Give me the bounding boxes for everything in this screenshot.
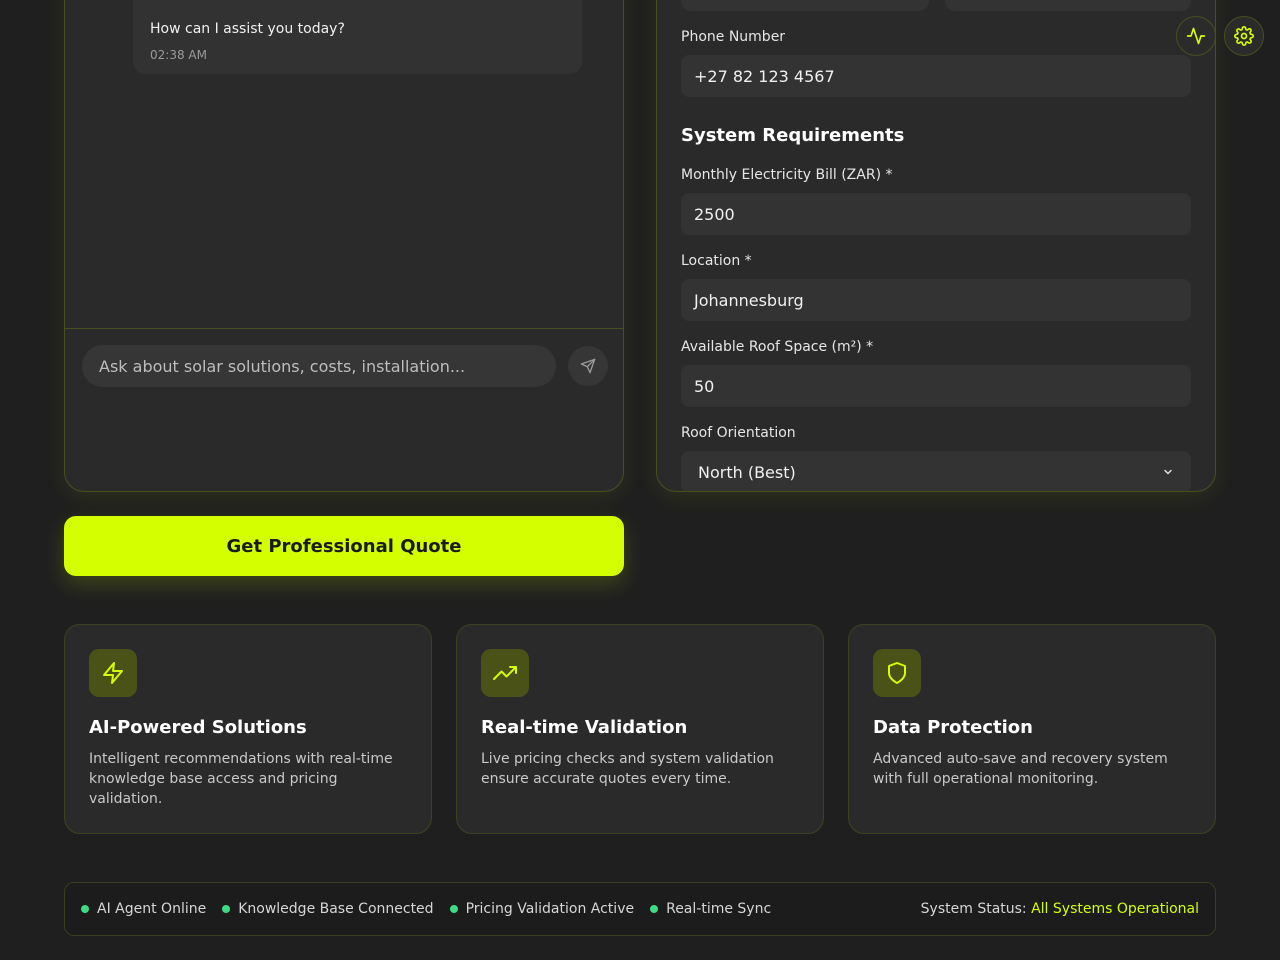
online-dot-icon	[81, 905, 89, 913]
feature-card-validation: Real-time Validation Live pricing checks…	[456, 624, 824, 834]
orientation-value: North (Best)	[698, 462, 796, 482]
feature-card-ai: AI-Powered Solutions Intelligent recomme…	[64, 624, 432, 834]
status-item-label: AI Agent Online	[97, 901, 207, 917]
activity-button[interactable]	[1176, 16, 1216, 56]
status-item-label: Knowledge Base Connected	[238, 901, 434, 917]
chat-panel: How can I assist you today? 02:38 AM	[64, 0, 624, 492]
feature-title: Real-time Validation	[481, 717, 688, 738]
chat-divider	[65, 328, 623, 329]
section-title: System Requirements	[681, 125, 905, 146]
status-bar: AI Agent Online Knowledge Base Connected…	[64, 882, 1216, 936]
system-status: System Status: All Systems Operational	[921, 901, 1199, 917]
online-dot-icon	[650, 905, 659, 913]
online-dot-icon	[449, 905, 458, 913]
roof-space-field[interactable]: 50	[681, 365, 1191, 407]
trending-up-icon	[493, 666, 517, 680]
feature-description: Intelligent recommendations with real-ti…	[89, 751, 393, 807]
chevron-down-icon	[1164, 469, 1172, 475]
feature-card-protection: Data Protection Advanced auto-save and r…	[848, 624, 1216, 834]
status-item: Real-time Sync	[650, 901, 771, 917]
location-field[interactable]: Johannesburg	[681, 279, 1191, 321]
phone-field[interactable]: +27 82 123 4567	[681, 55, 1191, 97]
settings-button[interactable]	[1224, 16, 1264, 56]
second-field-stub[interactable]	[945, 0, 1191, 11]
gear-icon	[1234, 26, 1254, 46]
chat-input[interactable]	[82, 345, 556, 387]
bill-field[interactable]: 2500	[681, 193, 1191, 235]
location-label: Location *	[681, 253, 752, 269]
system-status-value: All Systems Operational	[1031, 901, 1199, 917]
roof-space-label: Available Roof Space (m²) *	[681, 339, 874, 355]
status-items: AI Agent Online Knowledge Base Connected…	[81, 901, 787, 917]
status-item-label: Real-time Sync	[666, 901, 772, 917]
status-item: Knowledge Base Connected	[222, 901, 434, 917]
feature-description: Advanced auto-save and recovery system w…	[873, 751, 1168, 787]
chat-message-time: 02:38 AM	[150, 48, 207, 62]
online-dot-icon	[222, 905, 231, 913]
get-quote-button[interactable]: Get Professional Quote	[64, 516, 624, 576]
feature-description: Live pricing checks and system validatio…	[481, 751, 774, 787]
first-field-stub[interactable]	[681, 0, 929, 11]
orientation-label: Roof Orientation	[681, 425, 796, 441]
bill-label: Monthly Electricity Bill (ZAR) *	[681, 167, 893, 183]
status-item: AI Agent Online	[81, 901, 206, 917]
quote-form-panel: Phone Number +27 82 123 4567 System Requ…	[656, 0, 1216, 492]
phone-label: Phone Number	[681, 29, 786, 45]
shield-icon	[888, 662, 906, 684]
status-item: Pricing Validation Active	[449, 901, 635, 917]
chat-message-bubble: How can I assist you today? 02:38 AM	[133, 0, 582, 74]
activity-icon	[1186, 27, 1206, 45]
status-item-label: Pricing Validation Active	[465, 901, 635, 917]
orientation-select[interactable]: North (Best)	[681, 451, 1191, 491]
system-status-label: System Status:	[920, 901, 1027, 917]
lightning-icon	[103, 662, 123, 684]
feature-title: AI-Powered Solutions	[89, 717, 307, 738]
send-icon	[580, 358, 596, 374]
send-button[interactable]	[568, 346, 608, 386]
chat-message-text: How can I assist you today?	[150, 21, 345, 37]
feature-title: Data Protection	[873, 717, 1033, 738]
